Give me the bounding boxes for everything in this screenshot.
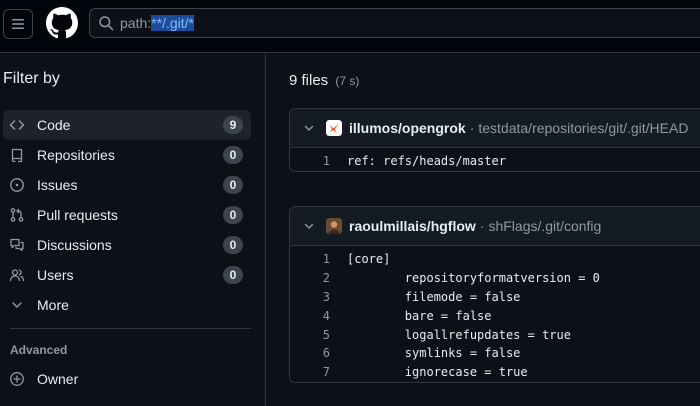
code-line: 1 ref: refs/heads/master (290, 152, 700, 171)
count-badge: 0 (223, 206, 243, 224)
line-number[interactable]: 1 (290, 154, 330, 168)
count-badge: 9 (223, 116, 243, 134)
code-line: 7 ignorecase = true (290, 363, 700, 382)
search-icon (99, 16, 114, 31)
chevron-down-icon[interactable] (303, 122, 315, 134)
repo-link[interactable]: raoulmillais/hgflow (349, 218, 476, 234)
repo-avatar (326, 218, 342, 234)
search-results: 9 files (7 s) illumos/opengrok · testdat… (266, 53, 700, 406)
sidebar-item-label: Discussions (37, 237, 112, 253)
separator: · (469, 120, 475, 136)
results-time: (7 s) (335, 74, 360, 88)
plus-circle-icon (10, 372, 24, 386)
code-line: 3 filemode = false (290, 288, 700, 307)
chevron-down-icon[interactable] (303, 220, 315, 232)
filter-title: Filter by (3, 70, 60, 87)
people-icon (9, 269, 25, 282)
code-snippet: 1 ref: refs/heads/master (290, 148, 700, 171)
line-number[interactable]: 7 (290, 365, 330, 379)
count-badge: 0 (223, 236, 243, 254)
line-content: bare = false (347, 308, 492, 323)
sidebar-item-repositories[interactable]: Repositories 0 (3, 140, 251, 170)
results-count: 9 files (289, 72, 329, 89)
code-line: 1 [core] (290, 250, 700, 269)
line-content: ignorecase = true (347, 365, 528, 380)
filter-sidebar: Filter by Code 9 Repositories 0 Issues 0… (0, 53, 266, 406)
result-card: raoulmillais/hgflow · shFlags/.git/confi… (289, 206, 700, 383)
line-number[interactable]: 4 (290, 309, 330, 323)
sidebar-item-users[interactable]: Users 0 (3, 260, 251, 290)
line-number[interactable]: 6 (290, 346, 330, 360)
line-number[interactable]: 1 (290, 252, 330, 266)
sidebar-item-label: Pull requests (37, 207, 118, 223)
sidebar-item-label: More (37, 297, 69, 313)
line-number[interactable]: 2 (290, 271, 330, 285)
repo-avatar (326, 120, 342, 136)
sidebar-item-discussions[interactable]: Discussions 0 (3, 230, 251, 260)
separator: · (479, 218, 485, 234)
chevron-down-icon (12, 302, 22, 308)
sidebar-item-code[interactable]: Code 9 (3, 110, 251, 140)
code-icon (9, 120, 25, 130)
search-query[interactable]: path:**/.git/* (120, 15, 194, 31)
line-content: logallrefupdates = true (347, 327, 571, 342)
count-badge: 0 (223, 176, 243, 194)
sidebar-item-pull-requests[interactable]: Pull requests 0 (3, 200, 251, 230)
line-content: filemode = false (347, 289, 521, 304)
result-card-header: illumos/opengrok · testdata/repositories… (290, 109, 700, 148)
sidebar-item-label: Code (37, 117, 71, 133)
code-line: 4 bare = false (290, 306, 700, 325)
search-query-selected: **/.git/* (151, 15, 194, 31)
code-snippet: 1 [core] 2 repositoryformatversion = 0 3… (290, 246, 700, 382)
sidebar-item-issues[interactable]: Issues 0 (3, 170, 251, 200)
search-input[interactable]: path:**/.git/* (89, 8, 700, 38)
sidebar-item-more[interactable]: More (3, 290, 251, 320)
line-content: ref: refs/heads/master (347, 154, 506, 169)
results-header: 9 files (7 s) (289, 72, 359, 89)
line-number[interactable]: 5 (290, 328, 330, 342)
sidebar-item-label: Users (37, 267, 74, 283)
result-card-header: raoulmillais/hgflow · shFlags/.git/confi… (290, 207, 700, 246)
top-bar: path:**/.git/* (0, 0, 700, 53)
discussion-icon (10, 238, 24, 252)
code-line: 2 repositoryformatversion = 0 (290, 269, 700, 288)
repo-icon (11, 148, 23, 163)
line-number[interactable]: 3 (290, 290, 330, 304)
line-content: repositoryformatversion = 0 (347, 271, 600, 286)
github-logo-icon[interactable] (46, 7, 78, 39)
line-content: symlinks = false (347, 346, 521, 361)
file-path-link[interactable]: testdata/repositories/git/.git/HEAD (478, 120, 688, 136)
advanced-heading: Advanced (10, 343, 68, 357)
file-path-link[interactable]: shFlags/.git/config (488, 218, 601, 234)
count-badge: 0 (223, 146, 243, 164)
sidebar-item-label: Repositories (37, 147, 115, 163)
sidebar-item-owner[interactable]: Owner (3, 364, 251, 394)
count-badge: 0 (223, 266, 243, 284)
sidebar-item-label: Owner (37, 371, 79, 387)
divider (10, 328, 251, 329)
code-line: 5 logallrefupdates = true (290, 325, 700, 344)
sidebar-item-label: Issues (37, 177, 78, 193)
result-card: illumos/opengrok · testdata/repositories… (289, 108, 700, 172)
line-content: [core] (347, 252, 391, 267)
menu-button[interactable] (3, 9, 33, 39)
hamburger-icon (12, 19, 24, 29)
pull-request-icon (10, 208, 24, 222)
repo-link[interactable]: illumos/opengrok (349, 120, 466, 136)
code-line: 6 symlinks = false (290, 344, 700, 363)
issue-icon (10, 178, 24, 192)
